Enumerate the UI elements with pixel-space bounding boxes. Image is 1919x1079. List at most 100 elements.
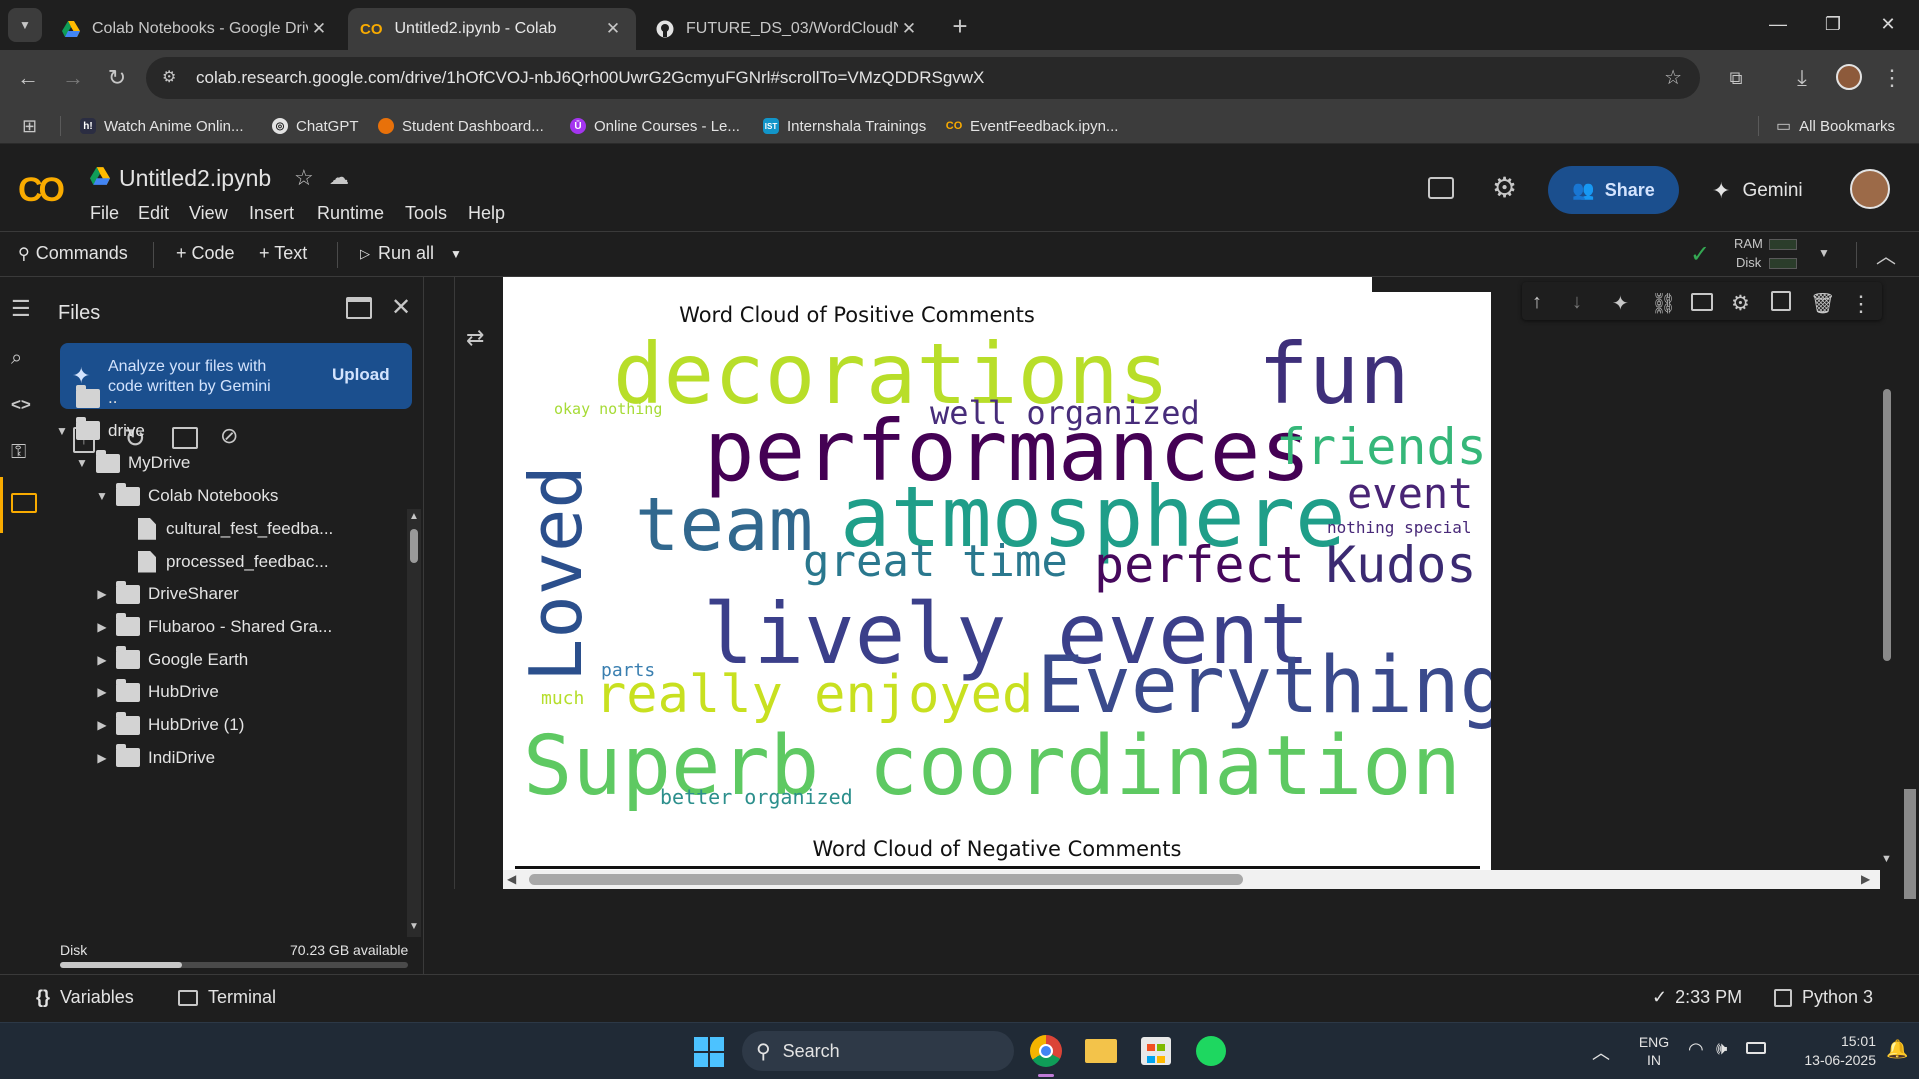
close-window-button[interactable]: ✕	[1861, 8, 1915, 40]
add-code-button[interactable]: + Code	[176, 243, 235, 264]
comment-icon[interactable]	[1691, 293, 1713, 311]
menu-file[interactable]: File	[90, 203, 119, 224]
runtime-type[interactable]: Python 3	[1774, 987, 1873, 1008]
chevron-down-icon[interactable]: ▼	[450, 247, 462, 261]
site-info-icon[interactable]: ⚙	[162, 67, 176, 87]
hide-files-icon[interactable]: ⊘	[220, 423, 238, 449]
link-icon[interactable]: ⛓	[1651, 291, 1676, 315]
execution-status[interactable]: ✓ 2:33 PM	[1652, 987, 1742, 1008]
scrollbar-thumb[interactable]	[410, 529, 418, 563]
chevron-down-icon[interactable]: ▼	[52, 424, 72, 438]
output-hscrollbar[interactable]: ◀	[503, 870, 1491, 889]
move-up-icon[interactable]: ↑	[1532, 291, 1554, 313]
variables-button[interactable]: {} Variables	[36, 987, 134, 1008]
comments-icon[interactable]	[1428, 177, 1454, 199]
settings-gear-icon[interactable]: ⚙	[1492, 171, 1517, 204]
close-tab-icon[interactable]: ✕	[602, 19, 624, 39]
restore-button[interactable]: ❐	[1806, 8, 1860, 40]
bookmark-anime[interactable]: h! Watch Anime Onlin...	[80, 115, 244, 137]
resources-dropdown-icon[interactable]: ▼	[1818, 246, 1830, 260]
bookmark-eventfeedback[interactable]: CO EventFeedback.ipyn...	[946, 115, 1119, 137]
scroll-right-icon[interactable]: ▶	[1861, 872, 1870, 886]
chevron-down-icon[interactable]: ▼	[92, 489, 112, 503]
scroll-left-icon[interactable]: ◀	[507, 872, 516, 886]
chevron-up-icon[interactable]: ︿	[1592, 1039, 1610, 1065]
open-in-tab-icon[interactable]	[346, 297, 372, 319]
tree-scrollbar[interactable]: ▲ ▼	[407, 509, 421, 937]
table-of-contents-icon[interactable]: ☰	[11, 296, 37, 322]
bookmark-internshala[interactable]: IST Internshala Trainings	[763, 115, 926, 137]
mirror-cell-icon[interactable]	[1771, 291, 1791, 311]
notification-bell-icon[interactable]: 🔔	[1886, 1039, 1908, 1060]
file-item[interactable]: processed_feedbac...	[112, 549, 329, 575]
chevron-right-icon[interactable]: ▶	[92, 685, 112, 699]
address-bar[interactable]: ⚙ colab.research.google.com/drive/1hOfCV…	[146, 57, 1700, 99]
bookmark-udemy[interactable]: Ū Online Courses - Le...	[570, 115, 740, 137]
battery-icon[interactable]	[1746, 1042, 1766, 1054]
star-icon[interactable]: ☆	[294, 165, 314, 191]
chevron-right-icon[interactable]: ▶	[92, 653, 112, 667]
scrollbar-thumb[interactable]	[1883, 389, 1891, 661]
tab-github[interactable]: FUTURE_DS_03/WordCloudNeg ✕	[644, 8, 932, 50]
folder-item[interactable]: ▶ Flubaroo - Shared Gra...	[92, 613, 332, 640]
menu-runtime[interactable]: Runtime	[317, 203, 384, 224]
run-all-button[interactable]: ▷ Run all ▼	[360, 243, 462, 264]
share-button[interactable]: 👥 Share	[1548, 166, 1679, 214]
file-explorer-icon[interactable]	[1085, 1039, 1117, 1063]
move-down-icon[interactable]: ↓	[1572, 291, 1594, 313]
add-text-button[interactable]: + Text	[259, 243, 307, 264]
clock[interactable]: 15:01 13-06-2025	[1782, 1032, 1876, 1070]
chrome-taskbar-icon[interactable]	[1030, 1035, 1062, 1067]
folder-item[interactable]: ▶ IndiDrive	[92, 744, 215, 771]
close-tab-icon[interactable]: ✕	[308, 19, 330, 39]
extensions-icon[interactable]: ⧉	[1718, 60, 1754, 96]
output-hscroll-extension[interactable]: ▶	[1491, 870, 1880, 889]
scroll-down-icon[interactable]: ▼	[409, 921, 419, 932]
terminal-button[interactable]: Terminal	[178, 987, 276, 1008]
forward-button[interactable]: →	[55, 60, 91, 96]
user-avatar[interactable]	[1850, 169, 1890, 209]
folder-icon[interactable]	[11, 493, 37, 513]
chevron-down-icon[interactable]: ▼	[72, 456, 92, 470]
collapse-chevron-icon[interactable]: ︿	[1876, 240, 1896, 269]
scrollbar-thumb[interactable]	[529, 874, 1243, 885]
folder-item[interactable]: ▼ drive	[52, 417, 145, 444]
gemini-button[interactable]: ✦ Gemini	[1712, 178, 1803, 204]
more-vert-icon[interactable]: ⋮	[1850, 291, 1872, 316]
bookmark-chatgpt[interactable]: ◎ ChatGPT	[272, 115, 359, 137]
tab-colab[interactable]: CO Untitled2.ipynb - Colab ✕	[348, 8, 636, 50]
language-indicator[interactable]: ENG IN	[1634, 1033, 1674, 1069]
close-icon[interactable]: ✕	[391, 293, 411, 322]
delete-icon[interactable]: 🗑	[1810, 291, 1835, 315]
folder-item[interactable]: ▶ Google Earth	[92, 646, 248, 673]
new-tab-button[interactable]: +	[942, 8, 978, 44]
file-item[interactable]: cultural_fest_feedba...	[112, 516, 333, 542]
star-icon[interactable]: ☆	[1664, 65, 1682, 90]
chevron-right-icon[interactable]: ▶	[92, 620, 112, 634]
folder-item[interactable]: ▶ HubDrive	[92, 678, 219, 705]
folder-item[interactable]: ▶ HubDrive (1)	[92, 711, 244, 738]
menu-edit[interactable]: Edit	[138, 203, 169, 224]
folder-item[interactable]: ▶ DriveSharer	[92, 580, 239, 607]
spotify-icon[interactable]	[1196, 1036, 1226, 1066]
download-icon[interactable]: ⤓	[1784, 60, 1820, 96]
chevron-right-icon[interactable]: ▶	[92, 751, 112, 765]
menu-view[interactable]: View	[189, 203, 228, 224]
settings-gear-icon[interactable]: ⚙	[1731, 291, 1753, 315]
menu-kebab-icon[interactable]: ⋮	[1874, 60, 1910, 96]
folder-item[interactable]: ..	[52, 384, 117, 411]
windows-start-icon[interactable]	[694, 1037, 724, 1067]
colab-logo[interactable]: CO	[18, 171, 65, 210]
unmount-drive-icon[interactable]	[172, 427, 198, 449]
apps-icon[interactable]: ⊞	[22, 115, 37, 137]
find-icon[interactable]: ⌕	[11, 347, 37, 373]
menu-insert[interactable]: Insert	[249, 203, 294, 224]
chevron-right-icon[interactable]: ▶	[92, 718, 112, 732]
commands-button[interactable]: ⚲ Commands	[18, 243, 128, 264]
notebook-title[interactable]: Untitled2.ipynb	[119, 165, 271, 192]
taskbar-search[interactable]: ⚲ Search	[742, 1031, 1014, 1071]
close-tab-icon[interactable]: ✕	[898, 19, 920, 39]
folder-item[interactable]: ▼ MyDrive	[72, 449, 190, 476]
upload-button[interactable]: Upload	[332, 365, 390, 385]
key-icon[interactable]: ⚿	[11, 441, 37, 467]
